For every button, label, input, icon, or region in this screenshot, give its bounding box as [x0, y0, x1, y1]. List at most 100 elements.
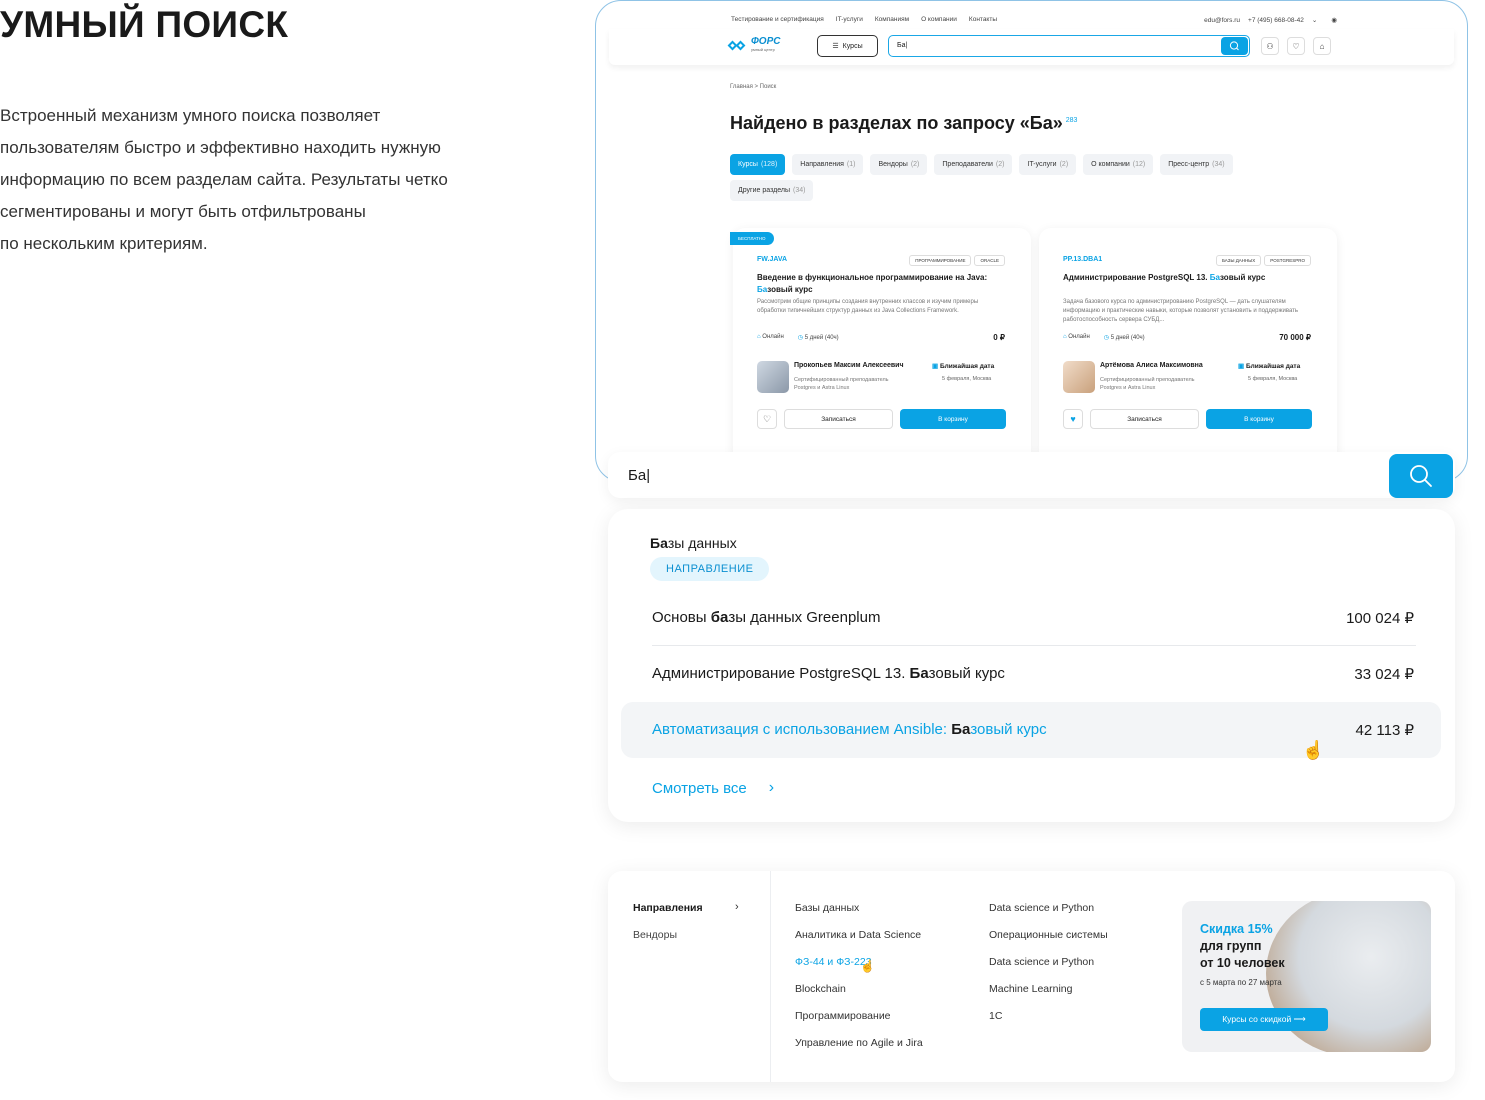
- menu-link[interactable]: Аналитика и Data Science: [795, 929, 921, 941]
- teacher-name[interactable]: Прокопьев Максим Алексеевич: [794, 362, 904, 369]
- menu-icon: ☰: [832, 43, 839, 50]
- top-link[interactable]: Контакты: [969, 16, 997, 23]
- tab-press[interactable]: Пресс-центр (34): [1160, 154, 1233, 175]
- tab-it-services[interactable]: IT-услуги (2): [1019, 154, 1077, 175]
- course-code: FW.JAVA: [757, 256, 788, 263]
- courses-menu-button[interactable]: ☰ Курсы: [817, 35, 878, 57]
- search-icon: [1410, 465, 1432, 487]
- top-link[interactable]: Компаниям: [875, 16, 909, 23]
- see-all-link[interactable]: Смотреть все ›: [652, 779, 774, 797]
- hand-cursor-icon: ☝: [1302, 740, 1325, 760]
- email-link[interactable]: edu@fors.ru: [1204, 17, 1240, 24]
- top-link[interactable]: IT-услуги: [836, 16, 863, 23]
- clock-icon: ◷: [1103, 335, 1110, 341]
- direction-suggestion[interactable]: Базы данных: [650, 535, 737, 551]
- course-card[interactable]: БЕСПЛАТНО FW.JAVA ПРОГРАММИРОВАНИЕ ORACL…: [730, 228, 1031, 468]
- course-title[interactable]: Администрирование PostgreSQL 13. Базовый…: [1063, 272, 1313, 284]
- enroll-button[interactable]: Записаться: [1090, 409, 1199, 429]
- description-line: информацию по всем разделам сайта. Резул…: [0, 170, 448, 189]
- description-line: сегментированы и могут быть отфильтрован…: [0, 202, 366, 221]
- menu-link[interactable]: Управление по Agile и Jira: [795, 1037, 923, 1049]
- format-info: ⌂ Онлайн: [757, 334, 784, 340]
- course-tag[interactable]: ORACLE: [974, 255, 1005, 266]
- format-info: ⌂ Онлайн: [1063, 334, 1090, 340]
- cart-icon[interactable]: ⌂: [1313, 37, 1331, 55]
- direction-badge: НАПРАВЛЕНИЕ: [650, 557, 770, 581]
- graduation-icon: ⌂: [1063, 334, 1067, 340]
- menu-link[interactable]: Data science и Python: [989, 902, 1094, 914]
- tab-directions[interactable]: Направления (1): [792, 154, 864, 175]
- course-price: 70 000 ₽: [1279, 333, 1311, 342]
- duration-info: ◷ 5 дней (40ч): [1103, 335, 1145, 341]
- logo-name: ФОРС: [751, 36, 781, 47]
- header-search-input[interactable]: Ба|: [888, 35, 1250, 57]
- category-vendors[interactable]: Вендоры: [633, 929, 677, 941]
- logo-tagline: умный центр: [751, 47, 775, 52]
- menu-link[interactable]: Machine Learning: [989, 983, 1072, 995]
- menu-link[interactable]: 1С: [989, 1010, 1002, 1022]
- graduation-icon: ⌂: [757, 334, 761, 340]
- free-badge: БЕСПЛАТНО: [730, 232, 774, 245]
- teacher-name[interactable]: Артёмова Алиса Максимовна: [1100, 362, 1203, 369]
- description-line: пользователям быстро и эффективно находи…: [0, 138, 441, 157]
- top-bar: Тестирование и сертификация IT-услуги Ко…: [596, 1, 1467, 31]
- menu-link[interactable]: Data science и Python: [989, 956, 1094, 968]
- teacher-role: Сертифицированный преподаватель Postgres…: [1100, 377, 1195, 391]
- menu-link[interactable]: Blockchain: [795, 983, 846, 995]
- enroll-button[interactable]: Записаться: [784, 409, 893, 429]
- menu-link[interactable]: Программирование: [795, 1010, 891, 1022]
- top-link[interactable]: Тестирование и сертификация: [731, 16, 824, 23]
- mega-menu: Направления › Вендоры Базы данных Аналит…: [608, 871, 1455, 1082]
- suggestion-price: 33 024 ₽: [1354, 666, 1414, 683]
- search-button[interactable]: [1389, 454, 1453, 498]
- tab-about[interactable]: О компании (12): [1083, 154, 1154, 175]
- favorite-button[interactable]: ♡: [757, 409, 777, 429]
- course-tag[interactable]: POSTGRESPRO: [1264, 255, 1311, 266]
- suggestion-title: Администрирование PostgreSQL 13. Базовый…: [652, 665, 1005, 682]
- header-search-button[interactable]: [1221, 37, 1248, 55]
- calendar-icon: ▣: [1238, 363, 1245, 370]
- date-value: 5 февраля, Москва: [1248, 376, 1298, 382]
- chevron-down-icon[interactable]: ⌄: [1312, 16, 1317, 24]
- promo-title: Скидка 15% для групп от 10 человек: [1200, 922, 1285, 970]
- course-code: PP.13.DBA1: [1063, 256, 1103, 263]
- course-tag[interactable]: БАЗЫ ДАННЫХ: [1215, 255, 1262, 266]
- chevron-right-icon: ›: [735, 901, 739, 913]
- tab-other[interactable]: Другие разделы (34): [730, 180, 814, 201]
- favorite-button[interactable]: ♥: [1063, 409, 1083, 429]
- course-description: Рассмотрим общие принципы создания внутр…: [757, 299, 979, 314]
- course-card[interactable]: PP.13.DBA1 БАЗЫ ДАННЫХ POSTGRESPRO Админ…: [1039, 228, 1337, 468]
- course-title[interactable]: Введение в функциональное программирован…: [757, 272, 1007, 296]
- category-directions[interactable]: Направления: [633, 902, 703, 914]
- discount-courses-button[interactable]: Курсы со скидкой ⟶: [1200, 1008, 1328, 1031]
- promo-date: с 5 марта по 27 марта: [1200, 978, 1282, 987]
- eye-icon[interactable]: ◉: [1331, 16, 1337, 24]
- description-line: Встроенный механизм умного поиска позвол…: [0, 106, 381, 125]
- heart-icon: ♡: [762, 413, 772, 424]
- menu-link[interactable]: Операционные системы: [989, 929, 1108, 941]
- avatar: [1063, 361, 1095, 393]
- tab-vendors[interactable]: Вендоры (2): [870, 154, 928, 175]
- tab-courses[interactable]: Курсы (128): [730, 154, 786, 175]
- suggestion-title: Автоматизация с использованием Ansible: …: [652, 721, 1047, 738]
- add-to-cart-button[interactable]: В корзину: [900, 409, 1006, 429]
- phone-link[interactable]: +7 (495) 668-08-42: [1248, 17, 1304, 24]
- user-icon[interactable]: ⚇: [1261, 37, 1279, 55]
- tab-teachers[interactable]: Преподаватели (2): [934, 154, 1013, 175]
- search-input[interactable]: Ба|: [608, 452, 1455, 498]
- clock-icon: ◷: [797, 335, 804, 341]
- logo[interactable]: ФОРС умный центр: [727, 36, 781, 55]
- suggestion-item[interactable]: Администрирование PostgreSQL 13. Базовый…: [621, 646, 1441, 702]
- results-title: Найдено в разделах по запросу «Ба» 283: [730, 113, 1078, 133]
- header-search-value: Ба: [897, 42, 906, 49]
- heart-filled-icon: ♥: [1070, 414, 1076, 424]
- breadcrumb[interactable]: Главная > Поиск: [730, 84, 776, 90]
- promo-banner[interactable]: Скидка 15% для групп от 10 человек с 5 м…: [1182, 901, 1431, 1052]
- add-to-cart-button[interactable]: В корзину: [1206, 409, 1312, 429]
- heart-icon[interactable]: ♡: [1287, 37, 1305, 55]
- date-label: ▣ Ближайшая дата: [1238, 363, 1301, 370]
- course-tag[interactable]: ПРОГРАММИРОВАНИЕ: [909, 255, 972, 266]
- menu-link[interactable]: Базы данных: [795, 902, 859, 914]
- top-link[interactable]: О компании: [921, 16, 957, 23]
- suggestion-item[interactable]: Основы базы данных Greenplum 100 024 ₽: [621, 590, 1441, 646]
